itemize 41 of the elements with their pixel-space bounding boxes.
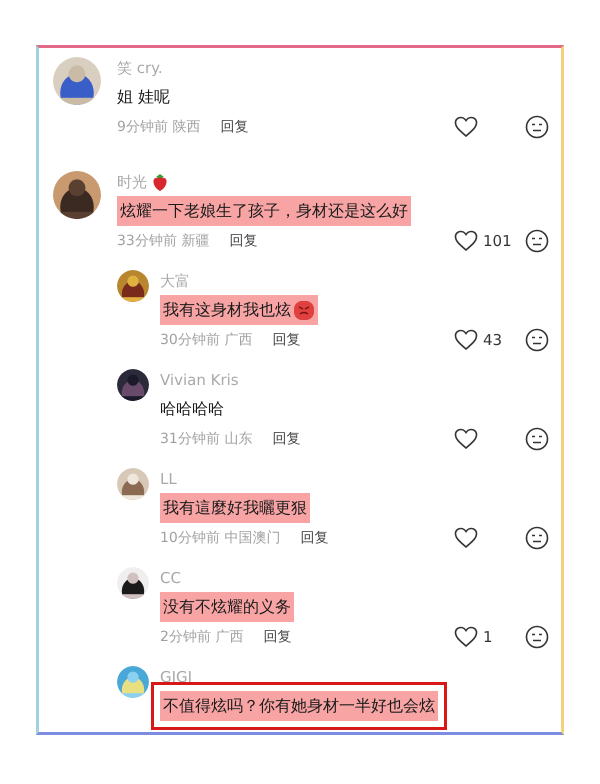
user-name[interactable]: 时光 bbox=[117, 171, 147, 193]
like-count: 43 bbox=[483, 330, 502, 351]
comment-text: 炫耀一下老娘生了孩子，身材还是这么好 bbox=[117, 196, 411, 226]
reply-link[interactable]: 回复 bbox=[272, 330, 300, 350]
comment-text: 哈哈哈哈 bbox=[160, 398, 224, 420]
comment-text: 没有不炫耀的义务 bbox=[160, 592, 294, 622]
neutral-face-icon[interactable] bbox=[525, 427, 549, 451]
heart-icon[interactable] bbox=[454, 527, 478, 549]
like-count: 1 bbox=[483, 626, 493, 648]
comment-text: 不值得炫吗？你有她身材一半好也会炫 bbox=[160, 691, 438, 721]
neutral-face-icon[interactable] bbox=[525, 526, 549, 550]
neutral-face-icon[interactable] bbox=[525, 115, 549, 139]
reply-link[interactable]: 回复 bbox=[272, 428, 300, 450]
heart-icon[interactable] bbox=[454, 329, 478, 351]
comment-text: 我有這麼好我曬更狠 bbox=[160, 493, 310, 523]
user-name[interactable]: CC bbox=[160, 567, 181, 589]
like-count: 101 bbox=[483, 230, 512, 252]
neutral-face-icon[interactable] bbox=[525, 328, 549, 352]
timestamp-location: 9分钟前 陕西 bbox=[117, 118, 200, 136]
user-name[interactable]: LL bbox=[160, 468, 177, 490]
comment-text: 姐 娃呢 bbox=[117, 86, 170, 108]
reply-link[interactable]: 回复 bbox=[229, 230, 258, 252]
user-name[interactable]: 大富 bbox=[160, 270, 190, 292]
heart-icon[interactable] bbox=[454, 626, 478, 648]
user-name[interactable]: 笑 cry. bbox=[117, 57, 163, 79]
timestamp-location: 2分钟前 广西 bbox=[160, 628, 244, 646]
timestamp-location: 30分钟前 广西 bbox=[160, 330, 252, 350]
timestamp-location: 10分钟前 中国澳门 bbox=[160, 528, 280, 548]
heart-icon[interactable] bbox=[454, 116, 478, 138]
timestamp-location: 33分钟前 新疆 bbox=[117, 232, 210, 250]
reply-link[interactable]: 回复 bbox=[263, 626, 292, 648]
timestamp-location: 31分钟前 山东 bbox=[160, 430, 252, 448]
user-name[interactable]: Vivian Kris bbox=[160, 369, 239, 391]
comment-text: 我有这身材我也炫 bbox=[163, 299, 291, 321]
neutral-face-icon[interactable] bbox=[525, 229, 549, 253]
heart-icon[interactable] bbox=[454, 428, 478, 450]
heart-icon[interactable] bbox=[454, 230, 478, 252]
reply-link[interactable]: 回复 bbox=[300, 528, 328, 548]
reply-link[interactable]: 回复 bbox=[220, 116, 248, 138]
neutral-face-icon[interactable] bbox=[525, 625, 549, 649]
user-name[interactable]: GIGI bbox=[160, 666, 192, 688]
